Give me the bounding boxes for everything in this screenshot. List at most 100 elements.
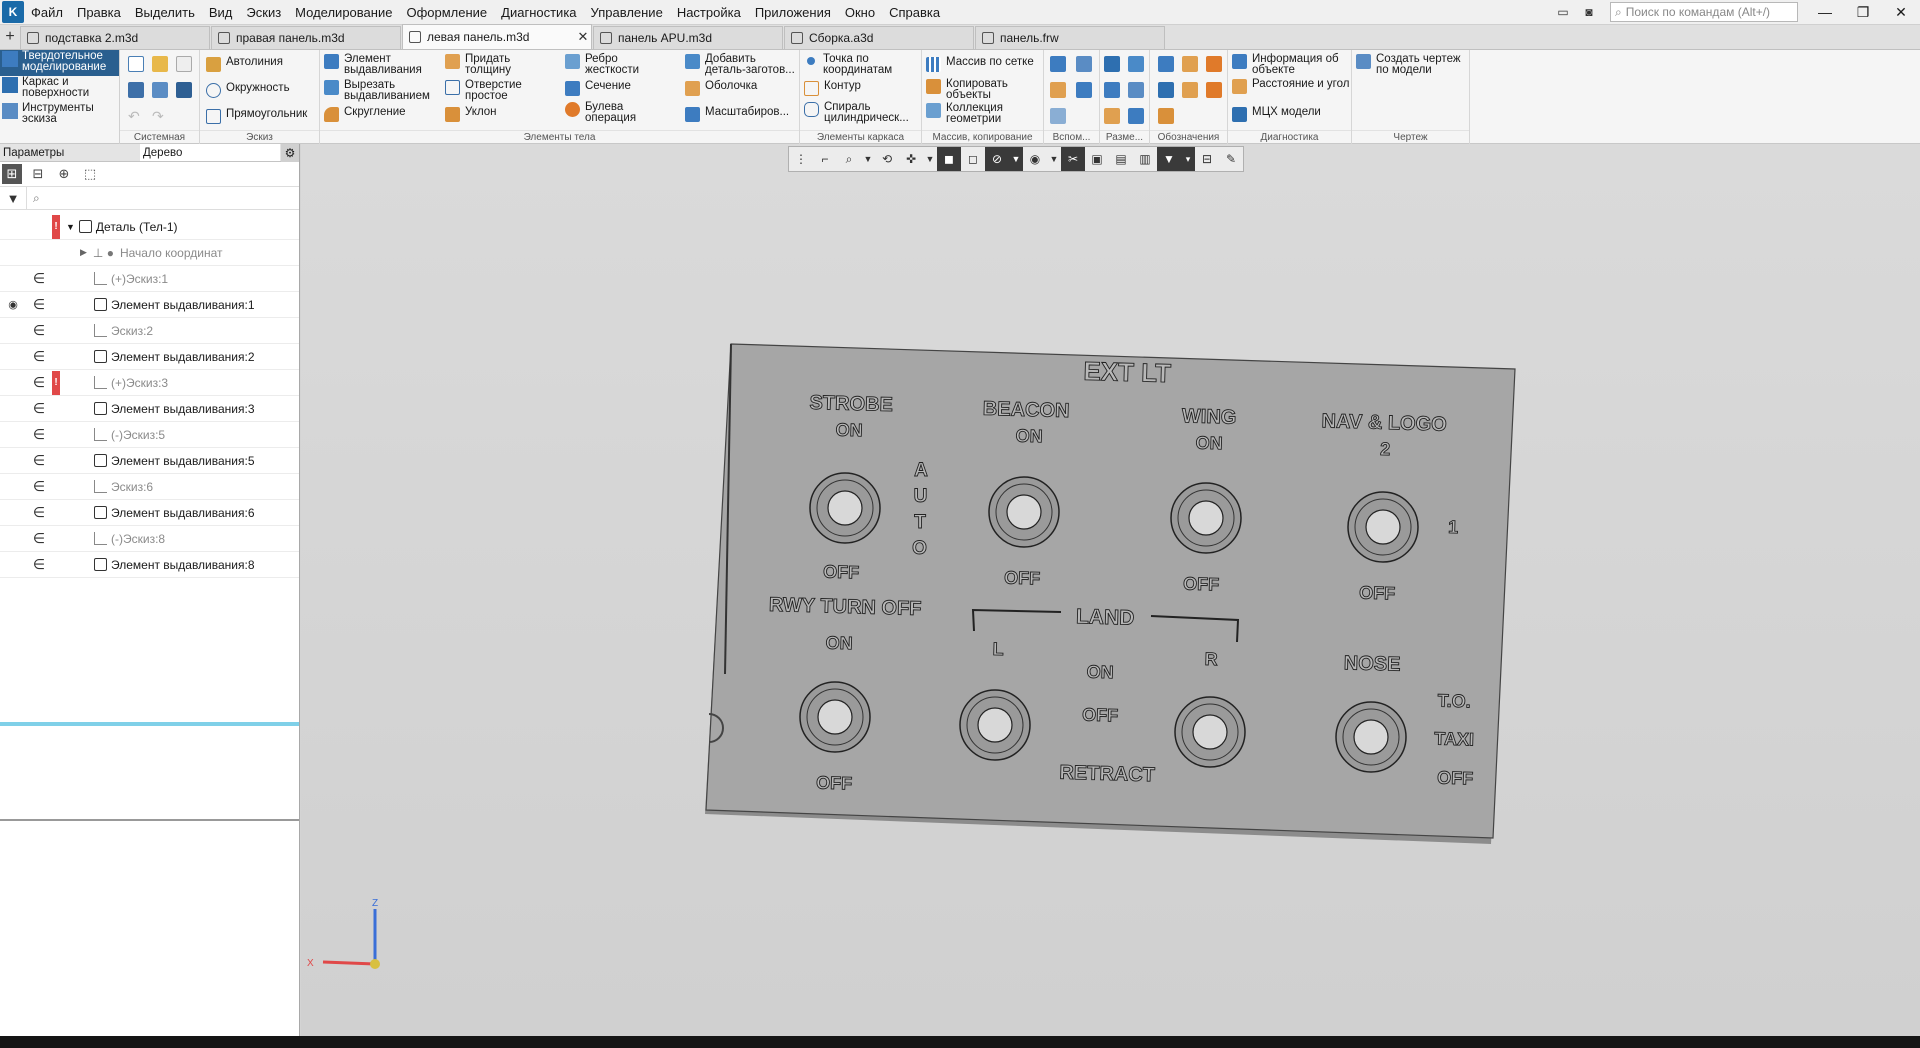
eye-icon[interactable]: ◉ [0, 298, 26, 311]
collapse-icon[interactable]: ▼ [66, 222, 75, 232]
menu-item[interactable]: Окно [838, 0, 882, 25]
view-layer-3-icon[interactable]: ▥ [1133, 147, 1157, 171]
section-button[interactable]: Сечение [565, 80, 631, 96]
redo-icon[interactable]: ↷ [152, 108, 168, 124]
panel-separator[interactable] [0, 819, 299, 821]
menu-item[interactable]: Управление [584, 0, 670, 25]
document-tab[interactable]: панель.frw [975, 26, 1165, 49]
angular-dim-icon[interactable] [1128, 56, 1144, 72]
tree-row[interactable]: ∈ (-)Эскиз:8 [0, 526, 299, 552]
save-icon[interactable] [176, 82, 192, 98]
sketch-view-icon[interactable]: ⌐ [813, 147, 837, 171]
screenshot-icon[interactable]: ◙ [1578, 3, 1600, 21]
open-folder-icon[interactable] [152, 56, 168, 72]
draft-button[interactable]: Уклон [445, 106, 497, 122]
tree-row[interactable]: ∈ (+)Эскиз:1 [0, 266, 299, 292]
dim-extra-icon[interactable] [1128, 108, 1144, 124]
menu-item[interactable]: Эскиз [239, 0, 288, 25]
relation-icon[interactable]: ∈ [26, 530, 52, 547]
copy-objects-button[interactable]: Копировать объекты [926, 78, 1042, 101]
relation-icon[interactable]: ∈ [26, 270, 52, 287]
view-layer-2-icon[interactable]: ▤ [1109, 147, 1133, 171]
print-icon[interactable] [128, 82, 144, 98]
point-by-coords-button[interactable]: Точка по координатам [804, 53, 920, 76]
document-tab[interactable]: правая панель.m3d [211, 26, 401, 49]
display-mode-icon[interactable]: ◉ [1023, 147, 1047, 171]
notation-7-icon[interactable] [1158, 108, 1174, 124]
notation-3-icon[interactable] [1206, 56, 1222, 72]
new-document-icon[interactable]: + [0, 24, 20, 49]
distance-angle-button[interactable]: Расстояние и угол [1232, 78, 1350, 94]
tree-row[interactable]: ∈ Эскиз:6 [0, 474, 299, 500]
tree-row[interactable]: ∈ (-)Эскиз:5 [0, 422, 299, 448]
aux-axis-icon[interactable] [1076, 56, 1092, 72]
cut-extrude-button[interactable]: Вырезать выдавливанием [324, 79, 442, 102]
menu-item[interactable]: Приложения [748, 0, 838, 25]
document-tab[interactable]: левая панель.m3d ✕ [402, 24, 592, 49]
relation-icon[interactable]: ∈ [26, 478, 52, 495]
section-view-icon[interactable]: ✂ [1061, 147, 1085, 171]
create-drawing-button[interactable]: Создать чертеж по модели [1356, 53, 1468, 76]
rotate-icon[interactable]: ⟲ [875, 147, 899, 171]
command-search-input[interactable]: ⌕ Поиск по командам (Alt+/) [1610, 2, 1798, 22]
tab-tree[interactable]: Дерево [140, 144, 280, 161]
rectangle-button[interactable]: Прямоугольник [206, 108, 307, 124]
aux-point-icon[interactable] [1050, 82, 1066, 98]
object-info-button[interactable]: Информация об объекте [1232, 53, 1350, 76]
fillet-button[interactable]: Скругление [324, 106, 406, 122]
toolbar-grip-icon[interactable]: ⋮ [789, 147, 813, 171]
mass-properties-button[interactable]: МЦХ модели [1232, 106, 1321, 122]
tree-structure-icon[interactable]: ⊞ [2, 164, 22, 184]
extrude-button[interactable]: Элемент выдавливания [324, 53, 442, 76]
menu-item[interactable]: Настройка [670, 0, 748, 25]
measure-icon[interactable]: ⊟ [1195, 147, 1219, 171]
tree-row[interactable]: ◉ ∈ Элемент выдавливания:1 [0, 292, 299, 318]
menu-item[interactable]: Справка [882, 0, 947, 25]
selection-filter-icon[interactable]: ▼ [1157, 147, 1181, 171]
notation-6-icon[interactable] [1206, 82, 1222, 98]
shell-button[interactable]: Оболочка [685, 80, 757, 96]
view-layer-1-icon[interactable]: ▣ [1085, 147, 1109, 171]
relation-icon[interactable]: ∈ [26, 400, 52, 417]
undo-icon[interactable]: ↶ [128, 108, 144, 124]
contour-button[interactable]: Контур [804, 80, 861, 96]
rib-button[interactable]: Ребро жесткости [565, 53, 675, 76]
autoline-button[interactable]: Автолиния [206, 56, 283, 72]
notation-5-icon[interactable] [1182, 82, 1198, 98]
tree-row[interactable]: ∈ Элемент выдавливания:3 [0, 396, 299, 422]
circle-button[interactable]: Окружность [206, 82, 290, 98]
tree-history-icon[interactable]: ⊟ [28, 164, 48, 184]
notation-2-icon[interactable] [1182, 56, 1198, 72]
relation-icon[interactable]: ∈ [26, 374, 52, 391]
mode-item[interactable]: Твердотельное моделирование [0, 50, 119, 76]
orientation-icon[interactable]: ✜ [899, 147, 923, 171]
tree-links-icon[interactable]: ⊕ [54, 164, 74, 184]
thicken-button[interactable]: Придать толщину [445, 53, 555, 76]
tree-row[interactable]: ∈ Элемент выдавливания:5 [0, 448, 299, 474]
notation-4-icon[interactable] [1158, 82, 1174, 98]
scale-button[interactable]: Масштабиров... [685, 106, 789, 122]
add-blank-button[interactable]: Добавить деталь-заготов... [685, 53, 797, 76]
document-tab[interactable]: подставка 2.m3d [20, 26, 210, 49]
menu-item[interactable]: Оформление [399, 0, 494, 25]
display-dropdown-icon[interactable]: ▼ [1047, 147, 1061, 171]
aux-plane-icon[interactable] [1050, 56, 1066, 72]
wireframe-cube-icon[interactable]: ◻ [961, 147, 985, 171]
tree-row[interactable]: ∈ Элемент выдавливания:2 [0, 344, 299, 370]
menu-item[interactable]: Выделить [128, 0, 202, 25]
document-tab[interactable]: Сборка.a3d [784, 26, 974, 49]
boolean-button[interactable]: Булева операция [565, 101, 675, 124]
tree-row[interactable]: ▶ ⊥ ● Начало координат [0, 240, 299, 266]
menu-item[interactable]: Вид [202, 0, 240, 25]
filter-icon[interactable]: ▼ [0, 191, 26, 206]
minimize-icon[interactable]: — [1806, 0, 1844, 25]
filter-dropdown-icon[interactable]: ▾ [1181, 147, 1195, 171]
hide-dropdown-icon[interactable]: ▼ [1009, 147, 1023, 171]
shaded-cube-icon[interactable]: ◼ [937, 147, 961, 171]
menu-item[interactable]: Моделирование [288, 0, 399, 25]
tree-select-icon[interactable]: ⬚ [80, 164, 100, 184]
zoom-dropdown-icon[interactable]: ▼ [861, 147, 875, 171]
tree-row[interactable]: ! ▼ Деталь (Тел-1) [0, 214, 299, 240]
relation-icon[interactable]: ∈ [26, 426, 52, 443]
relation-icon[interactable]: ∈ [26, 452, 52, 469]
